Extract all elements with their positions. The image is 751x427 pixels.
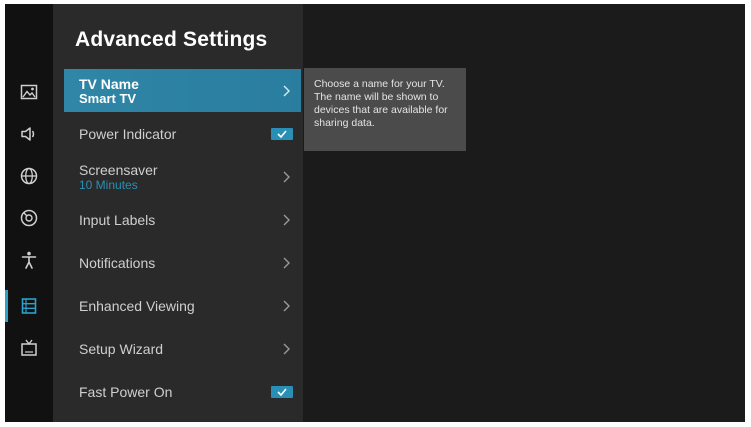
menu-item-input-labels[interactable]: Input Labels: [64, 198, 301, 241]
accessibility-icon[interactable]: [19, 250, 39, 270]
menu-item-label: Screensaver: [79, 161, 158, 178]
chevron-right-icon: [283, 214, 290, 226]
menu-item-value: 10 Minutes: [79, 177, 138, 192]
help-tooltip: Choose a name for your TV. The name will…: [304, 68, 466, 151]
menu-item-label: Setup Wizard: [79, 340, 164, 357]
system-icon[interactable]: [19, 296, 39, 316]
fast-power-on-checkbox[interactable]: [271, 385, 293, 398]
active-category-indicator: [5, 290, 8, 322]
menu-item-label: Input Labels: [79, 211, 156, 228]
chevron-right-icon: [283, 257, 290, 269]
settings-panel: Advanced Settings TV Name Smart TV Power…: [53, 4, 303, 422]
menu-item-label: Enhanced Viewing: [79, 297, 195, 314]
menu-item-label: Fast Power On: [79, 383, 173, 400]
chevron-right-icon: [283, 171, 290, 183]
menu-item-enhanced-viewing[interactable]: Enhanced Viewing: [64, 284, 301, 327]
tv-screen: Advanced Settings TV Name Smart TV Power…: [5, 4, 745, 422]
chevron-right-icon: [283, 343, 290, 355]
chevron-right-icon: [283, 300, 290, 312]
page-title: Advanced Settings: [75, 28, 268, 51]
menu-item-value: Smart TV: [79, 90, 137, 106]
general-icon[interactable]: [19, 208, 39, 228]
menu-item-label: TV Name: [79, 75, 139, 92]
menu-item-label: Notifications: [79, 254, 156, 271]
picture-icon[interactable]: [19, 82, 39, 102]
power-indicator-checkbox[interactable]: [271, 127, 293, 140]
chevron-right-icon: [283, 85, 290, 97]
category-rail: [5, 4, 53, 422]
channel-icon[interactable]: [19, 338, 39, 358]
menu-item-fast-power-on[interactable]: Fast Power On: [64, 370, 301, 413]
menu-item-setup-wizard[interactable]: Setup Wizard: [64, 327, 301, 370]
menu-item-power-indicator[interactable]: Power Indicator: [64, 112, 301, 155]
menu-item-tv-name[interactable]: TV Name Smart TV: [64, 69, 301, 112]
menu-item-label: Power Indicator: [79, 125, 177, 142]
menu-item-screensaver[interactable]: Screensaver 10 Minutes: [64, 155, 301, 198]
menu-item-notifications[interactable]: Notifications: [64, 241, 301, 284]
sound-icon[interactable]: [19, 124, 39, 144]
network-icon[interactable]: [19, 166, 39, 186]
